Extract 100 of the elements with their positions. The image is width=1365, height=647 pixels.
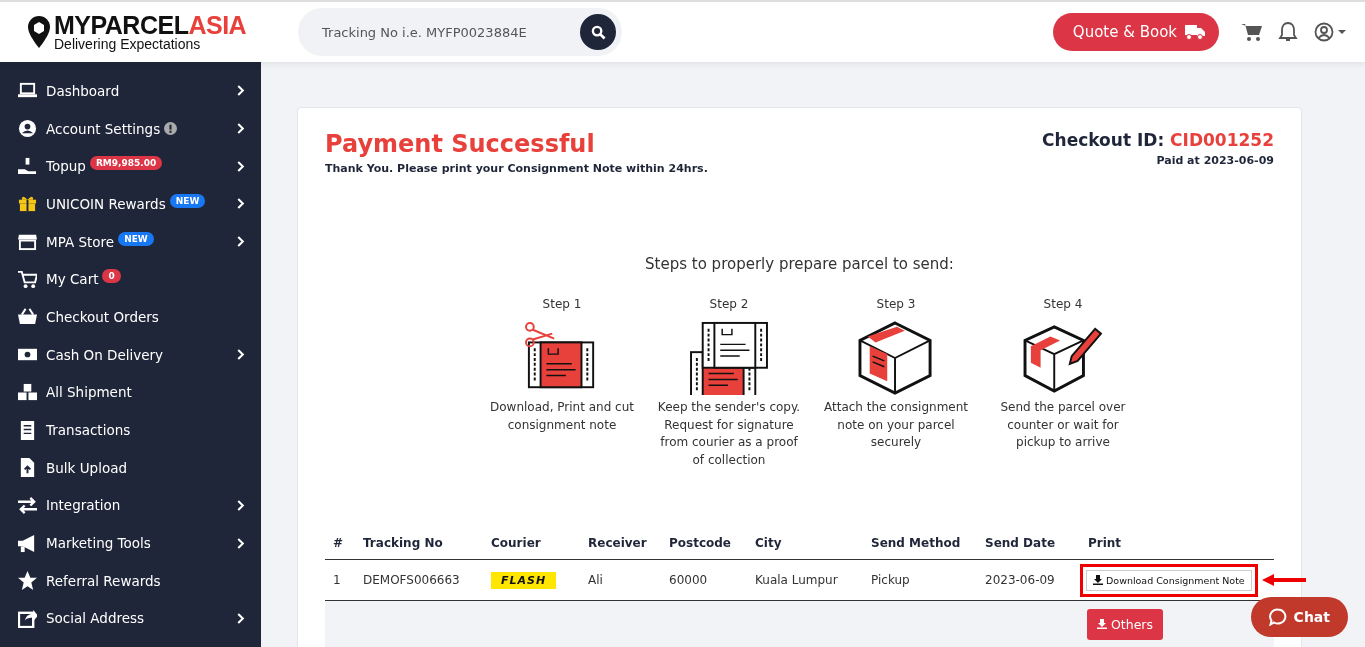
sidebar-item[interactable]: My Cart 0 bbox=[0, 260, 261, 299]
chevron-right-icon bbox=[237, 612, 245, 624]
step-title: Step 4 bbox=[1043, 297, 1083, 311]
download-icon bbox=[1097, 619, 1107, 629]
table-cell-text: Kuala Lumpur bbox=[754, 573, 839, 587]
column-header: Print bbox=[1087, 536, 1122, 550]
sidebar-item[interactable]: Topup RM9,985.00 bbox=[0, 147, 261, 186]
megaphone-icon bbox=[18, 533, 37, 553]
column-header: # bbox=[332, 536, 344, 550]
chevron-right-icon bbox=[237, 349, 245, 361]
sidebar-label: Topup bbox=[46, 158, 86, 175]
search-bar[interactable]: Tracking No i.e. MYFP0023884E bbox=[298, 8, 622, 56]
sidebar-item[interactable]: Social Address bbox=[0, 599, 261, 638]
sidebar-label: Bulk Upload bbox=[46, 459, 127, 476]
chat-button[interactable]: Chat bbox=[1250, 597, 1348, 637]
sidebar-label: Cash On Delivery bbox=[46, 346, 164, 363]
chevron-right-icon bbox=[237, 499, 245, 511]
location-pin-icon bbox=[28, 16, 50, 48]
column-header: City bbox=[754, 536, 782, 550]
bell-icon[interactable] bbox=[1277, 21, 1299, 43]
quote-book-button[interactable]: Quote & Book bbox=[1052, 13, 1219, 51]
column-header: Tracking No bbox=[362, 536, 443, 550]
swap-icon bbox=[18, 495, 37, 515]
sidebar-label: UNICOIN Rewards bbox=[46, 195, 166, 212]
sidebar-item[interactable]: Cash On Delivery bbox=[0, 335, 261, 374]
chevron-right-icon bbox=[237, 123, 245, 135]
upload-icon bbox=[18, 458, 37, 478]
courier-logo: FLASH bbox=[491, 571, 557, 589]
page-title: Payment Successful bbox=[325, 130, 596, 158]
new-badge: NEW bbox=[169, 193, 206, 208]
sidebar-label: Transactions bbox=[46, 422, 131, 439]
column-header: Send Date bbox=[984, 536, 1056, 550]
step-description: Send the parcel over counter or wait for pickup to arrive bbox=[999, 399, 1127, 451]
steps-heading: Steps to properly prepare parcel to send: bbox=[644, 255, 955, 273]
sidebar-label: MPA Store bbox=[46, 233, 115, 250]
sidebar-item[interactable]: Marketing Tools bbox=[0, 524, 261, 562]
chat-bubble-icon bbox=[1268, 608, 1287, 626]
sidebar-label: Dashboard bbox=[46, 82, 120, 99]
column-header: Send Method bbox=[870, 536, 961, 550]
chevron-right-icon bbox=[237, 236, 245, 248]
sidebar-item[interactable]: MPA Store NEW bbox=[0, 222, 261, 261]
column-header: Receiver bbox=[587, 536, 647, 550]
sidebar-label: My Cart bbox=[46, 271, 99, 288]
subtitle-text: Thank You. Please print your Consignment Note within 24hrs. bbox=[325, 162, 708, 175]
step-description: Attach the consignment note on your parcel securely bbox=[823, 399, 969, 451]
column-header: Courier bbox=[490, 536, 541, 550]
truck-icon bbox=[1185, 24, 1205, 40]
sidebar-item[interactable]: Integration bbox=[0, 486, 261, 525]
sidebar-label: Social Address bbox=[46, 610, 145, 627]
user-menu-icon[interactable] bbox=[1313, 21, 1347, 43]
new-badge: NEW bbox=[118, 231, 154, 246]
sidebar-label: Referral Rewards bbox=[46, 572, 161, 589]
cart-icon bbox=[18, 269, 37, 289]
search-button[interactable] bbox=[580, 14, 616, 50]
table-cell-text: 2023-06-09 bbox=[984, 573, 1056, 587]
pointer-arrow bbox=[1261, 574, 1306, 586]
sidebar-item[interactable]: Account Settings bbox=[0, 109, 261, 148]
basket-icon bbox=[18, 307, 37, 327]
chevron-right-icon bbox=[237, 537, 245, 549]
column-header: Postcode bbox=[668, 536, 731, 550]
paid-date: Paid at 2023-06-09 bbox=[1155, 154, 1274, 167]
user-icon bbox=[18, 119, 37, 139]
cart-icon[interactable] bbox=[1241, 21, 1263, 43]
sidebar-label: All Shipment bbox=[46, 384, 132, 401]
sidebar-item[interactable]: Transactions bbox=[0, 411, 261, 449]
sidebar-item[interactable]: UNICOIN Rewards NEW bbox=[0, 185, 261, 223]
step-description: Download, Print and cut consignment note bbox=[489, 399, 635, 434]
logo-wordmark: MYPARCELASIA bbox=[54, 13, 247, 37]
table-cell-text: 1 bbox=[332, 573, 342, 587]
step-description: Keep the sender's copy. Request for signature from courier as a proof of collection bbox=[656, 399, 802, 469]
sidebar-item[interactable]: Referral Rewards bbox=[0, 561, 261, 600]
download-button[interactable]: Download Consignment Note bbox=[1086, 569, 1252, 591]
boxes-icon bbox=[18, 382, 37, 402]
store-icon bbox=[18, 232, 37, 252]
sidebar-item[interactable]: Dashboard bbox=[0, 72, 261, 110]
chevron-right-icon bbox=[237, 85, 245, 97]
balance-badge: RM9,985.00 bbox=[89, 156, 163, 171]
receipt-icon bbox=[18, 420, 37, 440]
sidebar-item[interactable]: All Shipment bbox=[0, 373, 261, 412]
others-button[interactable]: Others bbox=[1087, 608, 1163, 640]
sidebar-item[interactable]: Checkout Orders bbox=[0, 298, 261, 336]
logo-tagline: Delivering Expectations bbox=[54, 37, 202, 51]
count-badge: 0 bbox=[102, 269, 121, 284]
chevron-right-icon bbox=[237, 160, 245, 172]
sidebar-label: Account Settings bbox=[46, 120, 161, 137]
search-field[interactable]: Tracking No i.e. MYFP0023884E bbox=[320, 23, 564, 41]
step-title: Step 3 bbox=[876, 297, 916, 311]
sidebar-label: Integration bbox=[46, 497, 121, 514]
topup-icon bbox=[18, 156, 37, 176]
sidebar-label: Marketing Tools bbox=[46, 535, 151, 552]
checkout-id: Checkout ID: CID001252 bbox=[1042, 130, 1274, 150]
share-icon bbox=[18, 608, 37, 628]
download-icon bbox=[1093, 575, 1103, 585]
step-title: Step 1 bbox=[542, 297, 582, 311]
search-icon bbox=[590, 24, 606, 40]
table-cell-text: DEMOFS006663 bbox=[362, 573, 461, 587]
step-title: Step 2 bbox=[709, 297, 749, 311]
chevron-right-icon bbox=[237, 198, 245, 210]
gift-icon bbox=[18, 194, 37, 214]
sidebar-item[interactable]: Bulk Upload bbox=[0, 448, 261, 487]
